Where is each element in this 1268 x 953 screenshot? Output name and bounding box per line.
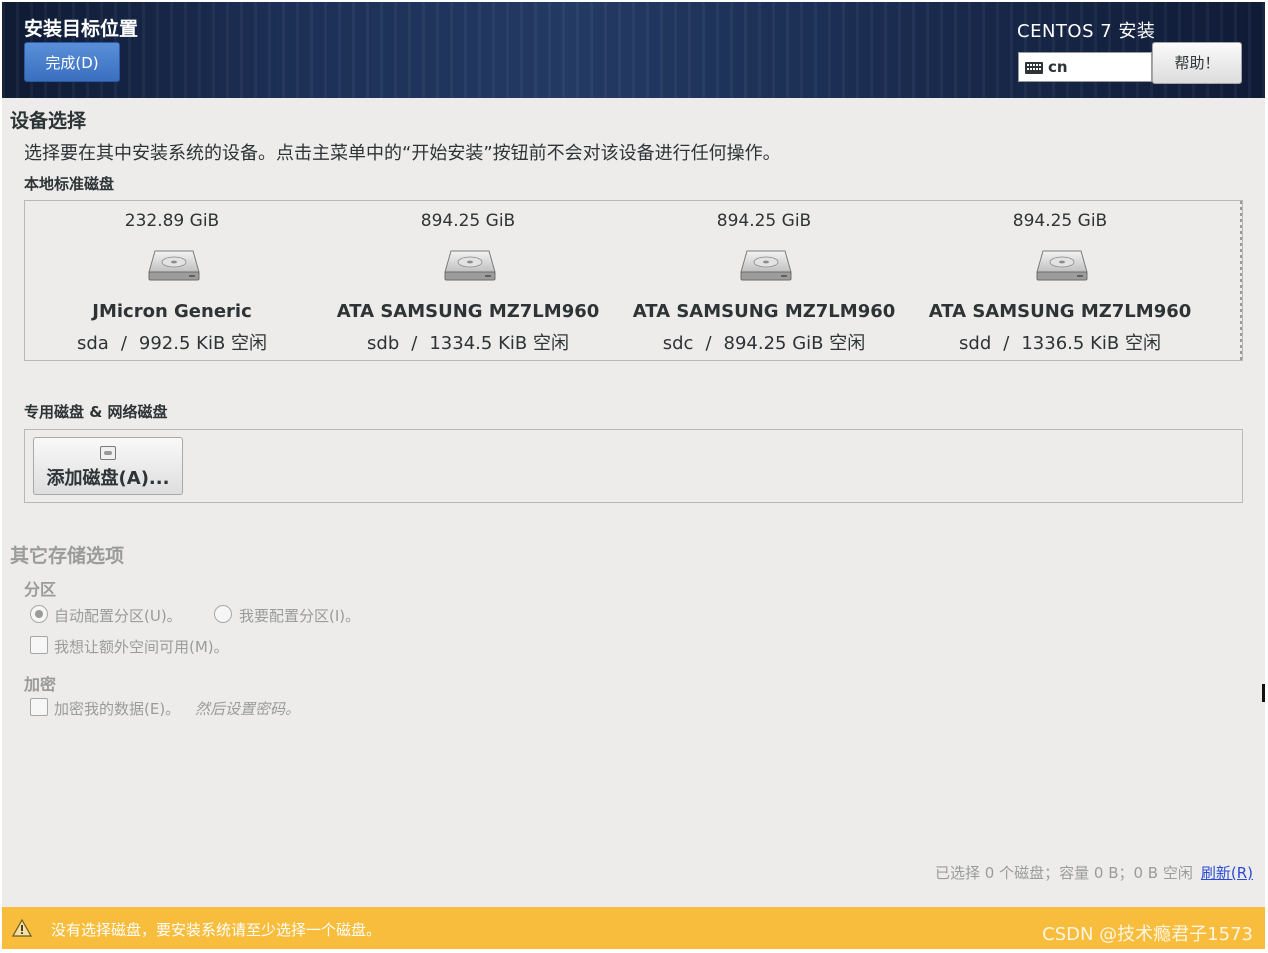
hard-disk-icon xyxy=(444,250,496,281)
special-disks-label: 专用磁盘 & 网络磁盘 xyxy=(24,403,168,421)
selection-summary: 已选择 0 个磁盘；容量 0 B；0 B 空闲 刷新(R) xyxy=(935,862,1253,883)
mouse-cursor xyxy=(1262,684,1265,702)
disk-size: 894.25 GiB xyxy=(420,211,516,231)
manual-partition-label[interactable]: 我要配置分区(I)。 xyxy=(239,605,360,626)
disk-list-overflow-edge xyxy=(1240,201,1242,360)
extra-space-checkbox[interactable] xyxy=(30,636,48,654)
disk-sep: / xyxy=(705,333,712,354)
refresh-link[interactable]: 刷新(R) xyxy=(1201,864,1253,882)
help-button[interactable]: 帮助！ xyxy=(1152,42,1242,84)
keyboard-layout-label: cn xyxy=(1048,58,1068,76)
product-title: CENTOS 7 安装 xyxy=(1017,21,1156,42)
warning-bar[interactable]: 没有选择磁盘，要安装系统请至少选择一个磁盘。 CSDN @技术瘾君子1573 xyxy=(2,907,1265,949)
warning-icon xyxy=(12,919,32,937)
add-disk-label: 添加磁盘(A)... xyxy=(46,468,170,489)
keyboard-icon xyxy=(1025,62,1043,74)
passphrase-hint: 然后设置密码。 xyxy=(195,700,301,718)
disk-sep: / xyxy=(120,333,127,354)
manual-partition-radio[interactable] xyxy=(214,605,232,623)
page-title: 安装目标位置 xyxy=(24,18,139,40)
hard-disk-icon xyxy=(1036,250,1088,281)
local-disk-list: 232.89 GiB JMicron Generic sda / 992.5 KiB 空… xyxy=(24,200,1243,361)
disk-tile[interactable]: 894.25 GiB ATA SAMSUNG MZ7LM960 sdd / 1336.5… xyxy=(912,201,1208,360)
disk-detail: sdc / 894.25 GiB 空闲 xyxy=(616,329,912,355)
disk-detail: sdb / 1334.5 KiB 空闲 xyxy=(320,329,616,355)
disk-name: ATA SAMSUNG MZ7LM960 xyxy=(928,301,1192,322)
disk-tile[interactable]: 894.25 GiB ATA SAMSUNG MZ7LM960 sdb / 1334.5… xyxy=(320,201,616,360)
device-selection-description: 选择要在其中安装系统的设备。点击主菜单中的“开始安装”按钮前不会对该设备进行任何… xyxy=(24,143,781,164)
disk-tile[interactable]: 8ATA SAMsde/ xyxy=(1208,201,1242,360)
partition-label: 分区 xyxy=(24,580,57,599)
hard-disk-icon xyxy=(740,250,792,281)
installer-window: 安装目标位置 完成(D) CENTOS 7 安装 cn 帮助！ 设备选择 选择要… xyxy=(2,2,1265,949)
encrypt-data-label[interactable]: 加密我的数据(E)。 xyxy=(54,698,180,719)
keyboard-layout-indicator[interactable]: cn xyxy=(1018,52,1152,82)
disk-name: ATA SAMSUNG MZ7LM960 xyxy=(632,301,896,322)
section-title-device-selection: 设备选择 xyxy=(10,110,87,132)
disk-detail: sdd / 1336.5 KiB 空闲 xyxy=(912,329,1208,355)
watermark: CSDN @技术瘾君子1573 xyxy=(1042,924,1253,945)
encryption-label: 加密 xyxy=(24,675,57,694)
add-disk-button[interactable]: 添加磁盘(A)... xyxy=(33,437,183,495)
encrypt-data-checkbox[interactable] xyxy=(30,698,48,716)
disk-device: sda xyxy=(76,333,109,354)
add-disk-icon xyxy=(100,446,116,460)
warning-message: 没有选择磁盘，要安装系统请至少选择一个磁盘。 xyxy=(51,921,382,939)
disk-sep: / xyxy=(411,333,418,354)
disk-device: sdd xyxy=(959,333,992,354)
disk-free: 1334.5 KiB 空闲 xyxy=(429,333,569,354)
selection-summary-text: 已选择 0 个磁盘；容量 0 B；0 B 空闲 xyxy=(935,864,1193,882)
disk-detail: sda / 992.5 KiB 空闲 xyxy=(25,329,320,355)
header-bar: 安装目标位置 完成(D) CENTOS 7 安装 cn 帮助！ xyxy=(2,2,1265,98)
disk-tile[interactable]: 232.89 GiB JMicron Generic sda / 992.5 KiB 空… xyxy=(25,201,320,360)
disk-name: JMicron Generic xyxy=(92,301,252,322)
disk-sep: / xyxy=(1003,333,1010,354)
disk-device: sdb xyxy=(367,333,400,354)
disk-free: 1336.5 KiB 空闲 xyxy=(1021,333,1161,354)
local-disks-label: 本地标准磁盘 xyxy=(24,175,115,193)
disk-size: 894.25 GiB xyxy=(716,211,812,231)
section-title-other-storage: 其它存储选项 xyxy=(10,545,125,567)
disk-tile[interactable]: 894.25 GiB ATA SAMSUNG MZ7LM960 sdc / 894.25… xyxy=(616,201,912,360)
disk-size: 894.25 GiB xyxy=(1012,211,1108,231)
disk-size: 232.89 GiB xyxy=(124,211,220,231)
disk-free: 894.25 GiB 空闲 xyxy=(723,333,866,354)
special-disk-panel: 添加磁盘(A)... xyxy=(24,429,1243,503)
extra-space-label[interactable]: 我想让额外空间可用(M)。 xyxy=(54,636,229,657)
auto-partition-radio[interactable] xyxy=(30,605,48,623)
disk-device: sdc xyxy=(662,333,694,354)
hard-disk-icon xyxy=(148,250,200,281)
done-button[interactable]: 完成(D) xyxy=(24,42,120,82)
disk-name: ATA SAMSUNG MZ7LM960 xyxy=(336,301,600,322)
disk-free: 992.5 KiB 空闲 xyxy=(138,333,268,354)
auto-partition-label[interactable]: 自动配置分区(U)。 xyxy=(54,605,182,626)
